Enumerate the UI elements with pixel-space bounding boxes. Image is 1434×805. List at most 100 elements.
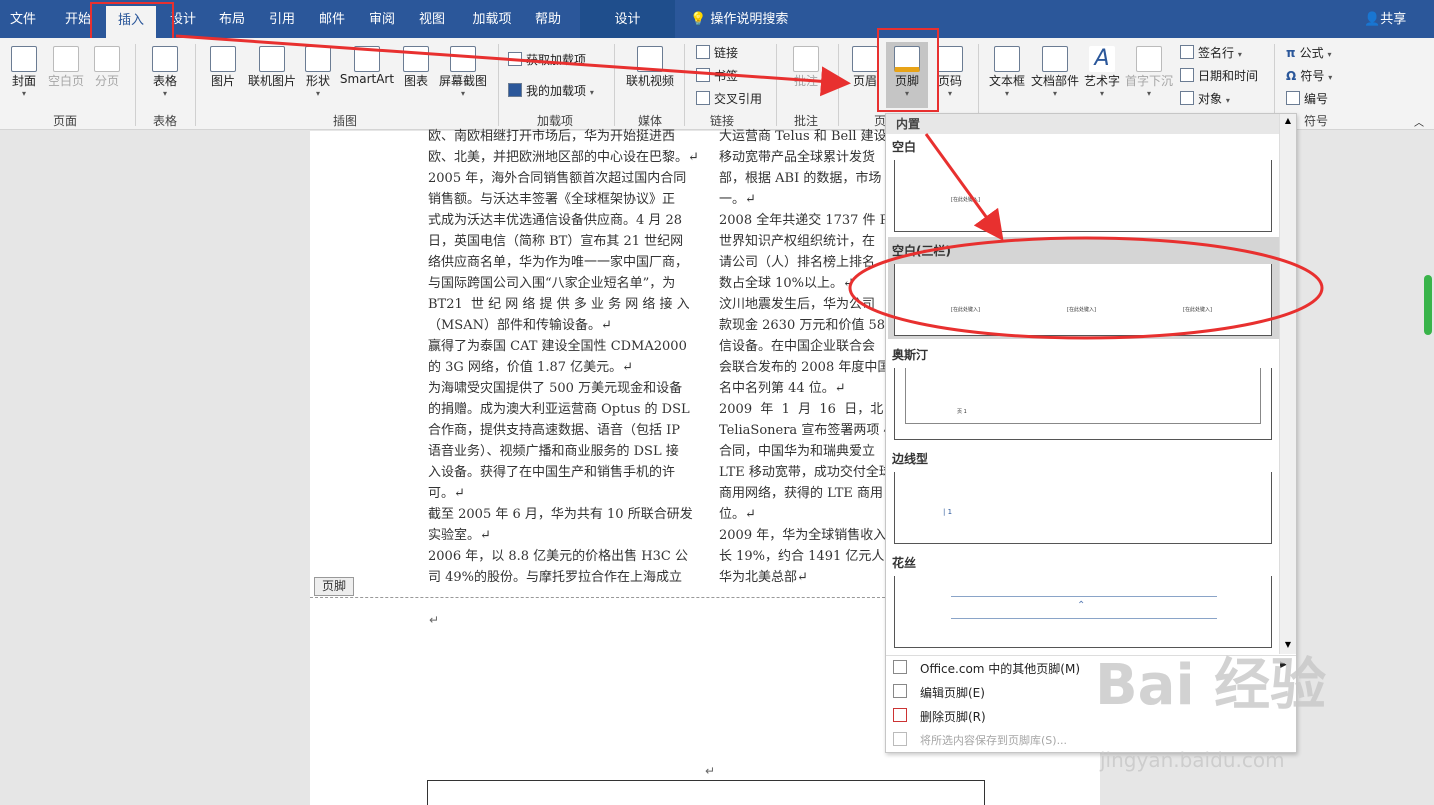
shapes-button[interactable]: 形状 ▾: [302, 46, 334, 98]
text-column-1[interactable]: 欧、南欧相继打开市场后，华为开始挺进西 欧、北美，并把欧洲地区部的中心设在巴黎。↵…: [428, 126, 700, 586]
tab-layout[interactable]: 布局: [212, 0, 252, 38]
smartart-button[interactable]: SmartArt: [338, 46, 396, 86]
pictures-button[interactable]: 图片: [204, 46, 242, 89]
online-pictures-button[interactable]: 联机图片: [244, 46, 300, 89]
ribbon-tab-bar: 文件 开始 插入 设计 布局 引用 邮件 审阅 视图 加载项 帮助 设计 💡 操…: [0, 0, 1434, 38]
signature-label: 签名行: [1198, 46, 1235, 60]
doc-line: 商用网络，获得的 LTE 商用: [719, 486, 883, 501]
textbox-icon: [994, 46, 1020, 72]
menu-edit-footer[interactable]: 编辑页脚(E): [920, 684, 985, 701]
filigree-ornament-icon: ⌃: [1077, 600, 1086, 611]
menu-delete-footer[interactable]: 删除页脚(R): [920, 708, 986, 725]
doc-line: 华为北美总部↵: [719, 570, 808, 585]
gallery-item-filigree-label: 花丝: [892, 556, 917, 570]
bookmark-label: 书签: [714, 69, 739, 83]
gallery-item-blank-label: 空白: [892, 140, 917, 154]
doc-line: TeliaSonera 宣布签署两项 4G: [719, 423, 889, 438]
gallery-item-sideline[interactable]: | 1: [894, 472, 1272, 544]
doc-line: 的捐赠。成为澳大利亚运营商 Optus 的 DSL: [428, 402, 690, 417]
dropcap-button[interactable]: 首字下沉 ▾: [1124, 46, 1174, 98]
comment-button[interactable]: 批注: [786, 46, 826, 89]
share-button[interactable]: 👤共享: [1364, 0, 1406, 38]
symbol-button[interactable]: Ω 符号 ▾: [1286, 67, 1332, 84]
side-indicator: [1424, 275, 1432, 335]
bookmark-button[interactable]: 书签: [696, 67, 738, 84]
doc-line: 名中名列第 44 位。↵: [719, 381, 846, 396]
object-label: 对象: [1198, 92, 1223, 106]
blank-label: 空白页: [47, 74, 84, 88]
get-addins-button[interactable]: 获取加载项: [508, 51, 586, 68]
blank-page-button[interactable]: 空白页: [46, 46, 86, 89]
doc-line: 司 49%的股份。与摩托罗拉合作在上海成立: [428, 570, 683, 585]
signature-line-button[interactable]: 签名行 ▾: [1180, 44, 1242, 61]
chart-button[interactable]: 图表: [400, 46, 432, 89]
link-label: 链接: [714, 46, 739, 60]
tab-help[interactable]: 帮助: [528, 0, 568, 38]
tab-file[interactable]: 文件: [0, 0, 46, 38]
calendar-icon: [1180, 68, 1194, 82]
doc-line: 与国际跨国公司入围“八家企业短名单”，为: [428, 276, 676, 291]
tab-view[interactable]: 视图: [412, 0, 452, 38]
table-label: 表格: [152, 74, 177, 88]
text-column-2[interactable]: 大运营商 Telus 和 Bell 建设 移动宽带产品全球累计发货 部，根据 ABI…: [719, 126, 889, 586]
gallery-item-blank-three-column[interactable]: [在此处键入] [在此处键入] [在此处键入]: [894, 264, 1272, 336]
picture-icon: [210, 46, 236, 72]
collapse-ribbon-icon[interactable]: ︿: [1414, 114, 1424, 129]
object-icon: [1180, 91, 1194, 105]
menu-more-footers[interactable]: Office.com 中的其他页脚(M): [920, 660, 1080, 677]
cover-page-button[interactable]: 封面 ▾: [6, 46, 42, 98]
footer-tag: 页脚: [314, 577, 354, 596]
group-separator: [135, 44, 136, 126]
gallery-item-austin[interactable]: 页 1: [894, 368, 1272, 440]
menu-save-selection[interactable]: 将所选内容保存到页脚库(S)...: [920, 732, 1067, 748]
gallery-scrollbar[interactable]: ▲ ▼: [1279, 114, 1296, 654]
group-separator: [684, 44, 685, 126]
video-icon: [637, 46, 663, 72]
screenshot-button[interactable]: 屏幕截图 ▾: [436, 46, 490, 98]
doc-line: 销售额。与沃达丰签署《全球框架协议》正: [428, 192, 676, 207]
crossref-icon: [696, 91, 710, 105]
number-button[interactable]: 编号: [1286, 90, 1328, 107]
page-break-icon: [94, 46, 120, 72]
office-icon: [893, 660, 907, 674]
edit-footer-icon: [893, 684, 907, 698]
doc-line: 的 3G 网络，价值 1.87 亿美元。↵: [428, 360, 634, 375]
tab-references[interactable]: 引用: [262, 0, 302, 38]
tell-me-search[interactable]: 💡 操作说明搜索: [690, 0, 788, 38]
tab-header-footer-design[interactable]: 设计: [580, 0, 675, 38]
gallery-item-blank[interactable]: [在此处键入]: [894, 160, 1272, 232]
doc-line: 络供应商名单，华为作为唯一一家中国厂商，: [428, 255, 689, 270]
wordart-button[interactable]: A 艺术字 ▾: [1082, 46, 1122, 98]
page-break-button[interactable]: 分页: [90, 46, 124, 89]
text-cursor[interactable]: ↵: [429, 613, 439, 627]
table-button[interactable]: 表格 ▾: [146, 46, 184, 98]
page-number-label: 页码: [937, 74, 962, 88]
crossref-button[interactable]: 交叉引用: [696, 90, 762, 107]
shapes-icon: [305, 46, 331, 72]
gallery-item-sideline-label: 边线型: [892, 452, 929, 466]
online-video-button[interactable]: 联机视频: [622, 46, 678, 89]
tab-review[interactable]: 审阅: [362, 0, 402, 38]
my-addins-button[interactable]: 我的加载项 ▾: [508, 82, 594, 99]
tab-mailings[interactable]: 邮件: [312, 0, 352, 38]
placeholder-text: [在此处键入]: [1067, 307, 1096, 313]
equation-label: 公式: [1299, 46, 1324, 60]
quickparts-button[interactable]: 文档部件 ▾: [1030, 46, 1080, 98]
number-icon: [1286, 91, 1300, 105]
tab-addins[interactable]: 加载项: [466, 0, 518, 38]
online-picture-icon: [259, 46, 285, 72]
placeholder-text: | 1: [943, 508, 953, 516]
pagebreak-label: 分页: [94, 74, 119, 88]
equation-button[interactable]: π 公式 ▾: [1286, 44, 1332, 61]
datetime-button[interactable]: 日期和时间: [1180, 67, 1258, 84]
store-icon: [508, 52, 522, 66]
group-label-symbols: 符号: [1303, 114, 1328, 128]
doc-line: 日，英国电信（简称 BT）宣布其 21 世纪网: [428, 234, 684, 249]
search-label: 操作说明搜索: [710, 12, 789, 27]
link-button[interactable]: 链接: [696, 44, 738, 61]
object-button[interactable]: 对象 ▾: [1180, 90, 1230, 107]
gallery-item-filigree[interactable]: ⌃: [894, 576, 1272, 648]
doc-line: 合作商，提供支持高速数据、语音（包括 IP: [428, 423, 681, 438]
textbox-button[interactable]: 文本框 ▾: [986, 46, 1028, 98]
group-separator: [195, 44, 196, 126]
